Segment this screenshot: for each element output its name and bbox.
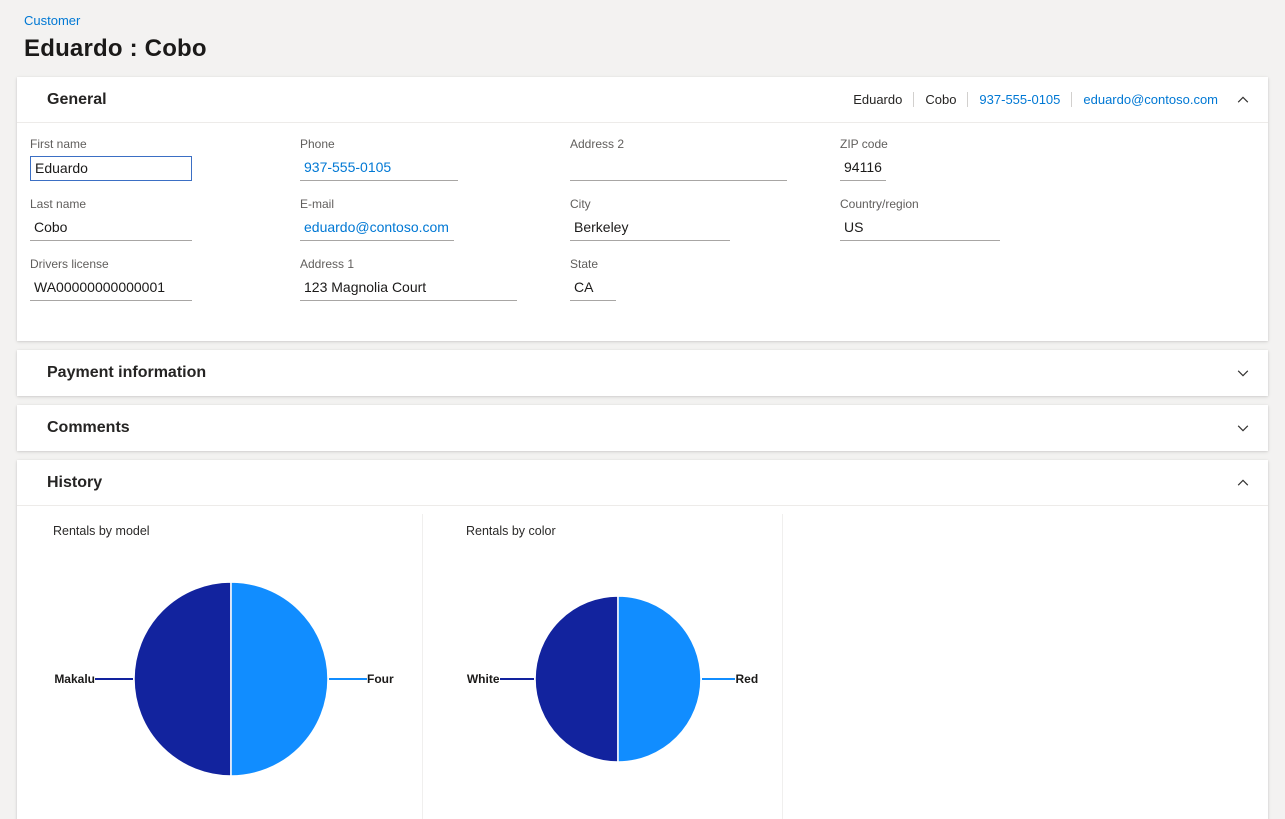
state-label: State <box>570 257 840 271</box>
chevron-down-icon[interactable] <box>1236 421 1250 435</box>
field-email: E-mail <box>300 197 570 241</box>
chart-rentals-by-model: Rentals by model Makalu Four <box>30 514 423 819</box>
form-column-4: ZIP code Country/region <box>840 137 1000 317</box>
field-drivers-license: Drivers license <box>30 257 300 301</box>
drivers-license-label: Drivers license <box>30 257 300 271</box>
chevron-up-icon[interactable] <box>1236 476 1250 490</box>
form-column-2: Phone E-mail Address 1 <box>300 137 570 317</box>
zip-label: ZIP code <box>840 137 1000 151</box>
general-section-title: General <box>47 91 107 109</box>
customer-page: Customer Eduardo : Cobo General Eduardo … <box>0 0 1285 819</box>
field-state: State <box>570 257 840 301</box>
pie-row: White Red <box>453 538 782 819</box>
page-title: Eduardo : Cobo <box>24 35 1261 63</box>
first-name-input[interactable] <box>30 156 192 181</box>
city-input[interactable] <box>570 216 730 241</box>
country-input[interactable] <box>840 216 1000 241</box>
state-input[interactable] <box>570 276 616 301</box>
email-input[interactable] <box>300 216 454 241</box>
pie-chart-rentals-by-color[interactable] <box>534 595 702 763</box>
payment-section: Payment information <box>17 350 1268 396</box>
breadcrumb-customer-link[interactable]: Customer <box>24 13 80 28</box>
history-section-title: History <box>47 474 102 492</box>
summary-phone-link[interactable]: 937-555-0105 <box>979 92 1060 107</box>
field-country: Country/region <box>840 197 1000 241</box>
pie-slice-label-right: Red <box>735 672 782 686</box>
address1-label: Address 1 <box>300 257 570 271</box>
field-phone: Phone <box>300 137 570 181</box>
leader-line-left <box>500 678 534 680</box>
field-address1: Address 1 <box>300 257 570 301</box>
history-section: History Rentals by model Makalu Four Ren… <box>17 460 1268 819</box>
leader-line-right <box>329 678 367 680</box>
chart-title: Rentals by color <box>453 524 782 538</box>
summary-divider <box>1071 92 1072 107</box>
field-city: City <box>570 197 840 241</box>
country-label: Country/region <box>840 197 1000 211</box>
pie-slice-label-left: White <box>453 672 500 686</box>
address2-input[interactable] <box>570 156 787 181</box>
general-summary: Eduardo Cobo 937-555-0105 eduardo@contos… <box>853 92 1250 107</box>
chevron-down-icon[interactable] <box>1236 366 1250 380</box>
field-first-name: First name <box>30 137 300 181</box>
general-section-header[interactable]: General Eduardo Cobo 937-555-0105 eduard… <box>17 77 1268 123</box>
comments-section: Comments <box>17 405 1268 451</box>
field-zip: ZIP code <box>840 137 1000 181</box>
general-form: First name Last name Drivers license Pho… <box>17 123 1268 341</box>
summary-divider <box>913 92 914 107</box>
history-content: Rentals by model Makalu Four Rentals by … <box>17 506 1268 819</box>
comments-section-title: Comments <box>47 419 130 437</box>
leader-line-left <box>95 678 133 680</box>
address2-label: Address 2 <box>570 137 840 151</box>
payment-section-header[interactable]: Payment information <box>17 350 1268 396</box>
city-label: City <box>570 197 840 211</box>
first-name-label: First name <box>30 137 300 151</box>
phone-label: Phone <box>300 137 570 151</box>
pie-slice-label-right: Four <box>367 672 419 686</box>
address1-input[interactable] <box>300 276 517 301</box>
comments-section-header[interactable]: Comments <box>17 405 1268 451</box>
chart-title: Rentals by model <box>40 524 422 538</box>
zip-input[interactable] <box>840 156 886 181</box>
summary-email-link[interactable]: eduardo@contoso.com <box>1083 92 1218 107</box>
phone-input[interactable] <box>300 156 458 181</box>
drivers-license-input[interactable] <box>30 276 192 301</box>
summary-first-name: Eduardo <box>853 92 902 107</box>
leader-line-right <box>702 678 736 680</box>
pie-row: Makalu Four <box>40 538 422 819</box>
pie-slice-label-left: Makalu <box>43 672 95 686</box>
chevron-up-icon[interactable] <box>1236 93 1250 107</box>
last-name-input[interactable] <box>30 216 192 241</box>
form-column-1: First name Last name Drivers license <box>30 137 300 317</box>
last-name-label: Last name <box>30 197 300 211</box>
summary-last-name: Cobo <box>925 92 956 107</box>
chart-rentals-by-color: Rentals by color White Red <box>443 514 783 819</box>
payment-section-title: Payment information <box>47 364 206 382</box>
field-last-name: Last name <box>30 197 300 241</box>
history-section-header[interactable]: History <box>17 460 1268 506</box>
form-column-3: Address 2 City State <box>570 137 840 317</box>
topbar: Customer Eduardo : Cobo <box>17 0 1268 77</box>
field-address2: Address 2 <box>570 137 840 181</box>
email-label: E-mail <box>300 197 570 211</box>
pie-chart-rentals-by-model[interactable] <box>133 581 329 777</box>
general-section: General Eduardo Cobo 937-555-0105 eduard… <box>17 77 1268 341</box>
summary-divider <box>967 92 968 107</box>
